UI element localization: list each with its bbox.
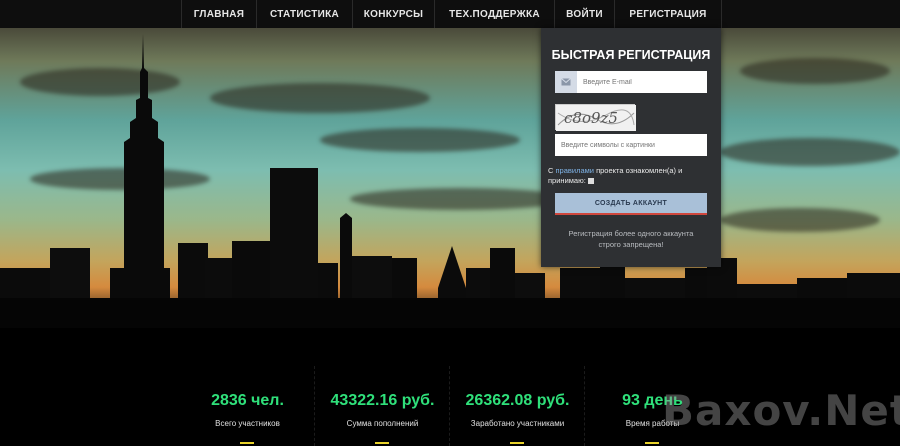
nav-item-home[interactable]: ГЛАВНАЯ <box>181 0 256 28</box>
nav-item-support[interactable]: ТЕХ.ПОДДЕРЖКА <box>434 0 554 28</box>
svg-text:c8o9z5: c8o9z5 <box>564 109 618 127</box>
stats-bar: 2836 чел. Всего участников 43322.16 руб.… <box>180 366 720 446</box>
checkbox-icon[interactable] <box>587 178 594 185</box>
multi-account-warning: Регистрация более одного аккаунта строго… <box>568 229 694 249</box>
email-input[interactable] <box>577 71 707 93</box>
stat-underline <box>375 442 389 444</box>
captcha-image: c8o9z5 <box>555 104 636 131</box>
stat-value: 26362.08 руб. <box>465 392 570 409</box>
rules-link[interactable]: правилами <box>556 166 594 175</box>
registration-title: БЫСТРАЯ РЕГИСТРАЦИЯ <box>551 48 711 62</box>
stat-underline <box>645 442 659 444</box>
stat-label: Сумма пополнений <box>346 419 419 428</box>
stat-underline <box>510 442 524 444</box>
stat-participants: 2836 чел. Всего участников <box>180 366 315 446</box>
stat-value: 2836 чел. <box>211 392 284 409</box>
stat-deposits: 43322.16 руб. Сумма пополнений <box>315 366 450 446</box>
stat-value: 43322.16 руб. <box>330 392 435 409</box>
nav-item-contests[interactable]: КОНКУРСЫ <box>352 0 434 28</box>
email-field-group <box>555 71 707 93</box>
stat-label: Всего участников <box>215 419 280 428</box>
quick-registration-panel: БЫСТРАЯ РЕГИСТРАЦИЯ c8o9z5 С правилами п… <box>541 28 721 267</box>
stat-label: Заработано участниками <box>470 419 565 428</box>
stat-underline <box>240 442 254 444</box>
watermark: Baxov.Net <box>662 386 900 435</box>
captcha-field-group <box>555 134 707 156</box>
nav-item-login[interactable]: ВОЙТИ <box>554 0 614 28</box>
rules-prefix: С <box>548 166 556 175</box>
captcha-input[interactable] <box>555 134 707 156</box>
top-navigation: ГЛАВНАЯ СТАТИСТИКА КОНКУРСЫ ТЕХ.ПОДДЕРЖК… <box>0 0 900 28</box>
nav-item-statistics[interactable]: СТАТИСТИКА <box>256 0 352 28</box>
rules-agreement: С правилами проекта ознакомлен(а) и прин… <box>548 166 718 186</box>
envelope-icon <box>555 71 577 93</box>
nav-item-register[interactable]: РЕГИСТРАЦИЯ <box>614 0 722 28</box>
stat-earned: 26362.08 руб. Заработано участниками <box>450 366 585 446</box>
create-account-button[interactable]: СОЗДАТЬ АККАУНТ <box>555 193 707 215</box>
nav-menu: ГЛАВНАЯ СТАТИСТИКА КОНКУРСЫ ТЕХ.ПОДДЕРЖК… <box>181 0 722 28</box>
